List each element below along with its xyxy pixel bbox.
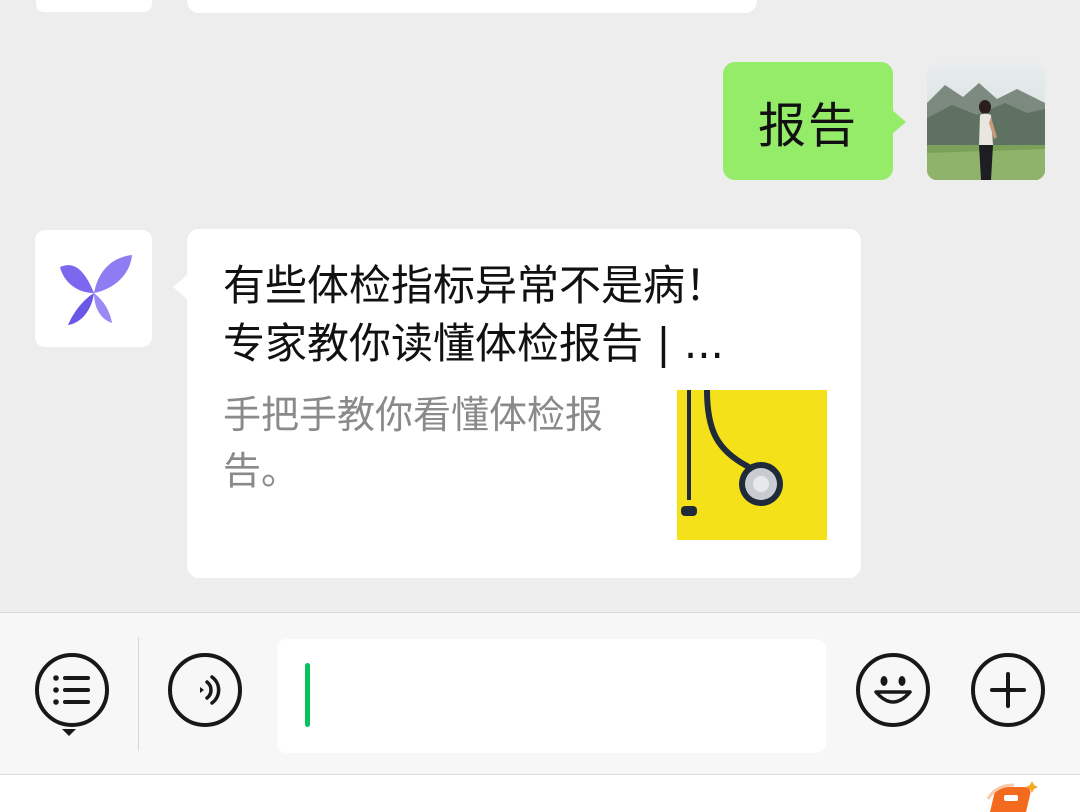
keyboard-ime-icon[interactable] [980,781,1040,812]
more-functions-button[interactable] [971,653,1045,727]
article-card-bubble[interactable]: 有些体检指标异常不是病！ 专家教你读懂体检报告 | ... 手把手教你看懂体检报… [173,229,861,578]
outgoing-message-bubble[interactable]: 报告 [723,62,906,180]
emoji-icon [874,676,912,704]
article-card-title-line1: 有些体检指标异常不是病！ [223,261,728,310]
voice-icon [200,675,221,705]
article-card-description: 手把手教你看懂体检报告。 [223,393,604,493]
message-text-input[interactable] [277,639,826,753]
article-card-title: 有些体检指标异常不是病！ 专家教你读懂体检报告 | ... [223,257,823,373]
stethoscope-image [677,390,827,540]
menu-toggle-button[interactable] [35,653,109,727]
butterfly-logo-icon [59,254,132,325]
previous-message-bubble[interactable] [187,0,757,13]
article-card-title-line2: 专家教你读懂体检报告 | ... [223,319,724,368]
official-account-avatar[interactable] [35,230,152,347]
user-avatar-photo [927,63,1045,180]
ime-logo-icon [986,781,1038,812]
voice-input-button[interactable] [168,653,242,727]
article-card-thumbnail [677,390,827,540]
menu-caret-icon [62,729,76,736]
user-avatar[interactable] [927,63,1045,180]
previous-message-avatar[interactable] [36,0,152,12]
chat-input-bar [0,612,1080,775]
list-menu-icon [53,675,90,705]
emoji-button[interactable] [856,653,930,727]
chat-message-list[interactable]: 报告 有些体检指标异常不是病！ 专家教你读懂体检报告 | ... 手把手教你看懂… [0,0,1080,612]
keyboard-toolbar [0,774,1080,812]
plus-icon [990,672,1026,708]
outgoing-message-text: 报告 [757,98,858,154]
input-bar-divider [138,637,139,751]
